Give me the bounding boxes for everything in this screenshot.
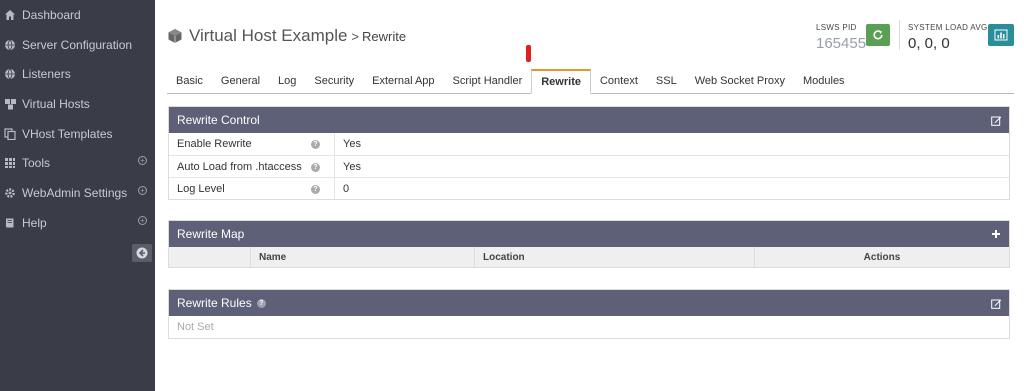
sidebar-item-server-configuration[interactable]: Server Configuration bbox=[0, 30, 155, 60]
column-header-location: Location bbox=[475, 247, 755, 267]
edit-icon bbox=[990, 116, 1001, 126]
arrow-left-circle-icon bbox=[136, 247, 148, 259]
edit-icon bbox=[990, 299, 1001, 309]
row-label-cell: Auto Load from .htaccess? bbox=[169, 156, 335, 177]
sidebar-item-label: Dashboard bbox=[22, 7, 81, 22]
sidebar-item-tools[interactable]: Tools + bbox=[0, 148, 155, 178]
page-title: Virtual Host Example bbox=[189, 26, 348, 45]
tab-script-handler[interactable]: Script Handler bbox=[444, 70, 532, 93]
system-load-label: SYSTEM LOAD AVG bbox=[908, 23, 988, 32]
row-label: Auto Load from .htaccess bbox=[177, 160, 302, 173]
page-header: Virtual Host Example > Rewrite bbox=[167, 26, 406, 46]
table-row: Enable Rewrite? Yes bbox=[169, 133, 1009, 155]
refresh-icon bbox=[873, 30, 883, 40]
breadcrumb-separator: > bbox=[351, 28, 360, 44]
system-load-display: SYSTEM LOAD AVG 0, 0, 0 bbox=[908, 23, 987, 52]
page-subtitle: Rewrite bbox=[362, 28, 407, 44]
sidebar-item-label: Listeners bbox=[22, 67, 71, 82]
row-value: Yes bbox=[343, 160, 361, 173]
header-divider bbox=[899, 20, 900, 50]
rewrite-map-panel: Rewrite Map Name Location Actions bbox=[168, 220, 1010, 268]
pid-display: LSWS PID 165455 bbox=[816, 23, 866, 52]
cube-icon bbox=[168, 29, 182, 43]
edit-button[interactable] bbox=[989, 113, 1003, 127]
sidebar-item-label: VHost Templates bbox=[22, 126, 113, 141]
system-load-value: 0, 0, 0 bbox=[908, 35, 950, 52]
panel-header: Rewrite Map bbox=[169, 221, 1009, 247]
row-label: Enable Rewrite bbox=[177, 138, 252, 150]
sidebar-item-webadmin-settings[interactable]: WebAdmin Settings + bbox=[0, 178, 155, 208]
pid-label: LSWS PID bbox=[816, 23, 857, 32]
tab-bar: Basic General Log Security External App Scrip… bbox=[167, 69, 1014, 94]
pid-value: 165455 bbox=[816, 35, 867, 52]
row-label-cell: Enable Rewrite? bbox=[169, 133, 335, 155]
plus-icon bbox=[992, 230, 1000, 238]
expand-icon[interactable]: + bbox=[138, 186, 147, 196]
table-header: Name Location Actions bbox=[169, 247, 1009, 267]
sidebar-item-vhost-templates[interactable]: VHost Templates bbox=[0, 119, 155, 149]
tab-modules[interactable]: Modules bbox=[794, 70, 854, 93]
edit-button[interactable] bbox=[989, 296, 1003, 310]
globe-icon bbox=[3, 67, 17, 81]
sidebar-item-virtual-hosts[interactable]: Virtual Hosts bbox=[0, 89, 155, 119]
panel-title: Rewrite Rules bbox=[177, 296, 252, 310]
sidebar-item-label: Help bbox=[22, 215, 47, 230]
help-icon[interactable]: ? bbox=[311, 185, 320, 194]
column-header-name: Name bbox=[251, 247, 475, 267]
panel-title: Rewrite Control bbox=[177, 113, 260, 127]
annotation-mark bbox=[526, 45, 531, 62]
tab-web-socket-proxy[interactable]: Web Socket Proxy bbox=[686, 70, 794, 93]
tab-context[interactable]: Context bbox=[591, 70, 647, 93]
rewrite-rules-value: Not Set bbox=[177, 321, 214, 333]
panel-header: Rewrite Rules ? bbox=[169, 290, 1009, 316]
table-row: Log Level? 0 bbox=[169, 177, 1009, 199]
help-icon[interactable]: ? bbox=[256, 298, 266, 308]
add-button[interactable] bbox=[989, 227, 1003, 241]
tab-log[interactable]: Log bbox=[269, 70, 305, 93]
collapse-sidebar-button[interactable] bbox=[132, 244, 152, 262]
bar-chart-icon bbox=[994, 29, 1008, 41]
panel-title: Rewrite Map bbox=[177, 227, 245, 241]
tab-external-app[interactable]: External App bbox=[363, 70, 443, 93]
sidebar: Dashboard Server Configuration Listeners Vi… bbox=[0, 0, 155, 391]
tab-rewrite[interactable]: Rewrite bbox=[531, 69, 591, 94]
sidebar-item-label: Server Configuration bbox=[22, 37, 133, 52]
rewrite-control-panel: Rewrite Control Enable Rewrite? Yes Auto L… bbox=[168, 106, 1010, 200]
panel-header: Rewrite Control bbox=[169, 107, 1009, 133]
help-icon[interactable]: ? bbox=[311, 140, 320, 149]
rewrite-control-rows: Enable Rewrite? Yes Auto Load from .htacce… bbox=[169, 133, 1009, 199]
row-label: Log Level bbox=[177, 182, 225, 195]
sidebar-item-label: WebAdmin Settings bbox=[22, 185, 128, 200]
row-value: 0 bbox=[343, 182, 350, 195]
gear-icon bbox=[3, 186, 17, 200]
tab-basic[interactable]: Basic bbox=[167, 70, 212, 93]
tab-general[interactable]: General bbox=[212, 70, 269, 93]
tab-ssl[interactable]: SSL bbox=[647, 70, 686, 93]
sidebar-item-label: Tools bbox=[22, 156, 51, 171]
grid-icon bbox=[3, 156, 17, 170]
sidebar-item-help[interactable]: Help + bbox=[0, 208, 155, 238]
rewrite-rules-panel: Rewrite Rules ? Not Set bbox=[168, 289, 1010, 339]
sidebar-item-dashboard[interactable]: Dashboard bbox=[0, 0, 155, 30]
expand-icon[interactable]: + bbox=[138, 215, 147, 225]
copy-icon bbox=[3, 127, 17, 141]
real-time-stats-button[interactable] bbox=[988, 24, 1014, 46]
row-value: Yes bbox=[343, 138, 361, 150]
home-icon bbox=[3, 8, 17, 22]
tab-security[interactable]: Security bbox=[305, 70, 363, 93]
help-icon[interactable]: ? bbox=[311, 163, 320, 172]
row-label-cell: Log Level? bbox=[169, 178, 335, 199]
book-icon bbox=[3, 216, 17, 230]
column-header-actions: Actions bbox=[863, 251, 901, 263]
globe-icon bbox=[3, 38, 17, 52]
sidebar-item-listeners[interactable]: Listeners bbox=[0, 59, 155, 89]
expand-icon[interactable]: + bbox=[138, 156, 147, 166]
sidebar-menu: Dashboard Server Configuration Listeners Vi… bbox=[0, 0, 155, 238]
table-row: Auto Load from .htaccess? Yes bbox=[169, 155, 1009, 177]
table-spacer-col bbox=[169, 247, 251, 267]
cubes-icon bbox=[3, 97, 17, 111]
restart-button[interactable] bbox=[866, 24, 890, 46]
sidebar-item-label: Virtual Hosts bbox=[22, 96, 90, 111]
